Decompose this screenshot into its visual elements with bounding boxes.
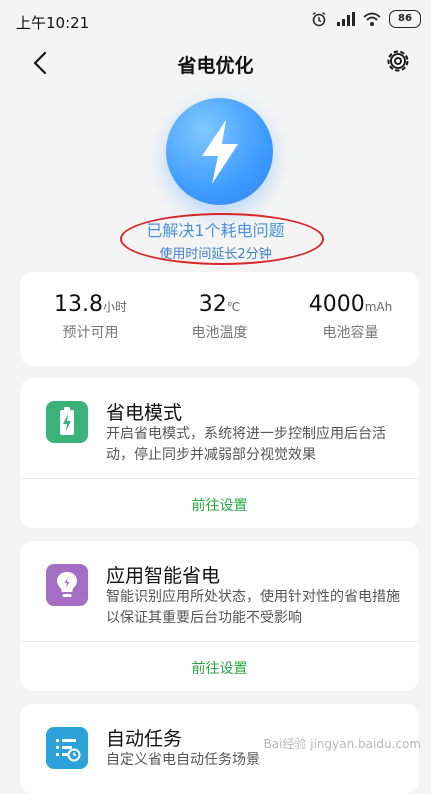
stat-value: 4000 [308,292,365,317]
watermark: Bai经验 jingyan.baidu.com [263,737,421,751]
battery-indicator: 86 [389,10,421,28]
feature-icon-bg [46,401,88,443]
stat-value: 32 [198,292,227,317]
wifi-icon [363,12,381,26]
stat-battery-temperature: 32℃ 电池温度 [153,292,286,342]
status-icons: 86 [311,10,421,28]
feature-icon-bg [46,727,88,769]
alarm-icon [312,11,326,27]
stat-unit: mAh [364,300,393,314]
stat-battery-capacity: 4000mAh 电池容量 [284,292,417,342]
page-title: 省电优化 [177,55,254,77]
power-saving-settings-link[interactable]: 前往设置 [20,495,419,515]
feature-title: 自动任务 [106,728,183,750]
power-saving-mode-card: 省电模式 开启省电模式，系统将进一步控制应用后台活动，停止同步并减弱部分视觉效果… [20,378,419,528]
smart-saving-settings-link[interactable]: 前往设置 [20,658,419,678]
task-list-icon [56,739,81,762]
stat-estimated-time: 13.8小时 预计可用 [24,292,157,342]
annotation-ellipse [120,213,324,265]
feature-description: 开启省电模式，系统将进一步控制应用后台活动，停止同步并减弱部分视觉效果 [106,426,386,463]
stat-label: 预计可用 [62,325,119,341]
signal-icon [337,12,355,26]
lightbulb-icon [57,572,77,597]
lightning-icon [202,120,238,184]
stat-value: 13.8 [54,292,103,317]
battery-icon [60,407,74,435]
divider [20,641,419,642]
gear-icon [387,50,409,72]
feature-title: 应用智能省电 [106,565,221,587]
stat-unit: 小时 [102,300,127,314]
status-bar: 上午10:21 86 [0,0,431,40]
feature-title: 省电模式 [106,402,183,424]
header: 省电优化 [0,40,431,86]
smart-app-power-saving-card: 应用智能省电 智能识别应用所处状态，使用针对性的省电措施以保证其重要后台功能不受… [20,541,419,691]
stat-unit: ℃ [226,300,241,314]
feature-description: 自定义省电自动任务场景 [106,752,260,768]
optimize-status-circle [166,98,273,205]
feature-icon-bg [46,564,88,606]
feature-description: 智能识别应用所处状态，使用针对性的省电措施以保证其重要后台功能不受影响 [106,589,400,626]
stat-label: 电池容量 [322,325,379,341]
battery-stats-card: 13.8小时 预计可用 32℃ 电池温度 4000mAh 电池容量 [20,272,419,366]
settings-button[interactable] [383,46,413,76]
stat-label: 电池温度 [191,325,248,341]
divider [20,478,419,479]
status-time: 上午10:21 [16,14,90,32]
